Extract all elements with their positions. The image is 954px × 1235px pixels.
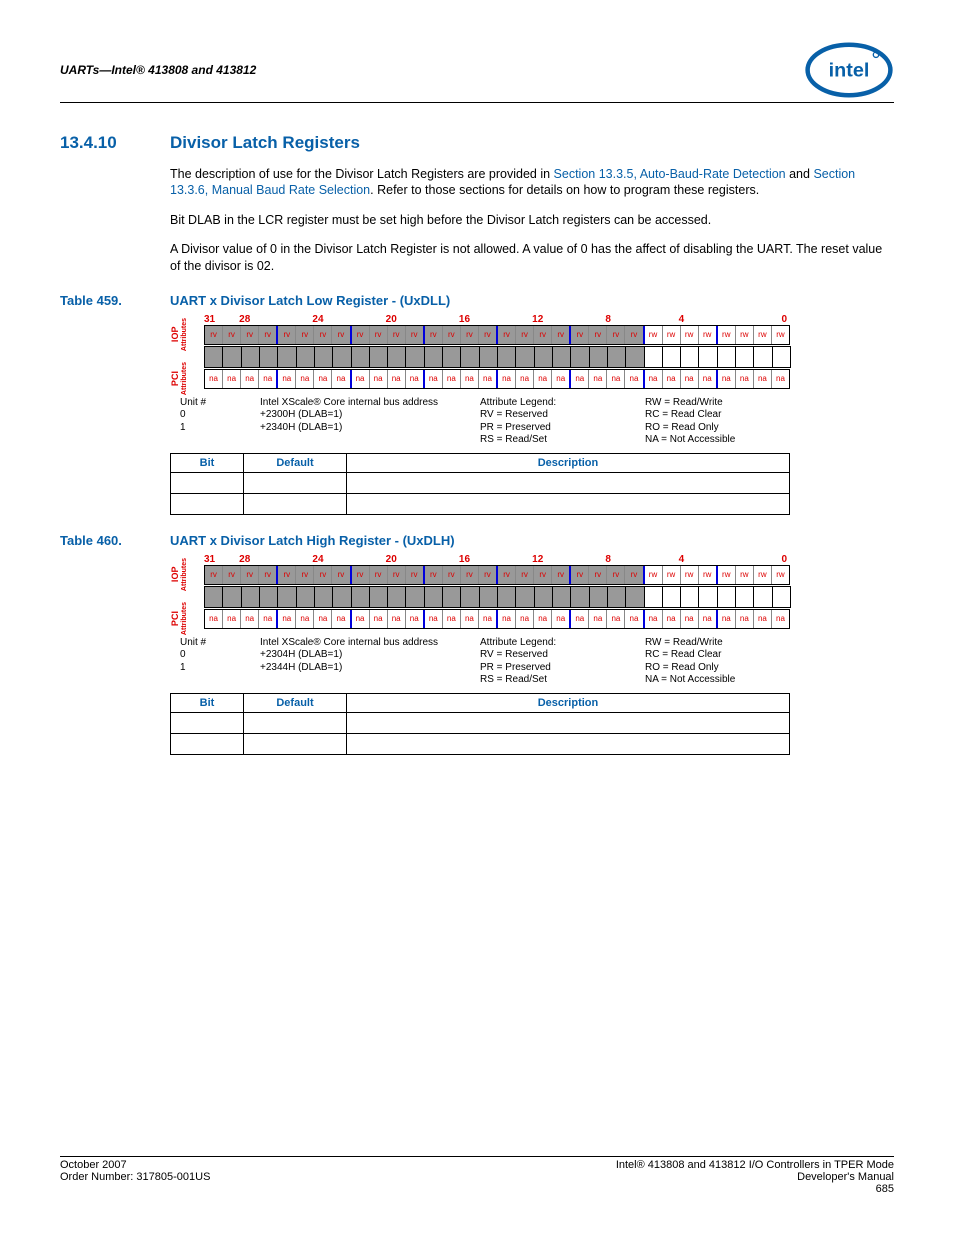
pci-attribute-strip: nananananananananananananananananananana… bbox=[204, 369, 790, 389]
register-info: Unit # 0 1 Intel XScale® Core internal b… bbox=[180, 637, 790, 687]
table-459-caption: Table 459. UART x Divisor Latch Low Regi… bbox=[60, 293, 894, 308]
bit-number-scale: 31 28 24 20 16 12 8 4 0 bbox=[204, 314, 790, 325]
bit-boxes bbox=[204, 586, 790, 608]
register-diagram-460: 31 28 24 20 16 12 8 4 0 IOP Attributes r… bbox=[170, 554, 790, 755]
table-title: UART x Divisor Latch High Register - (Ux… bbox=[170, 533, 455, 548]
iop-attribute-strip: rvrvrvrvrvrvrvrvrvrvrvrvrvrvrvrvrvrvrvrv… bbox=[204, 565, 790, 585]
header-text: UARTs—Intel® 413808 and 413812 bbox=[60, 63, 256, 77]
iop-label: IOP Attributes bbox=[170, 318, 190, 351]
register-diagram-459: 31 28 24 20 16 12 8 4 0 IOP Attributes r… bbox=[170, 314, 790, 515]
xref-13-3-5[interactable]: Section 13.3.5, Auto-Baud-Rate Detection bbox=[554, 167, 786, 181]
pci-attribute-strip: nananananananananananananananananananana… bbox=[204, 609, 790, 629]
rw-col: RW = Read/Write RC = Read Clear RO = Rea… bbox=[645, 397, 790, 447]
pci-label: PCI Attributes bbox=[170, 362, 190, 395]
description-table-460: Bit Default Description bbox=[170, 693, 790, 755]
table-number: Table 459. bbox=[60, 293, 170, 308]
page-header: UARTs—Intel® 413808 and 413812 intel bbox=[60, 40, 894, 103]
iop-attribute-strip: rvrvrvrvrvrvrvrvrvrvrvrvrvrvrvrvrvrvrvrv… bbox=[204, 325, 790, 345]
unit-col: Unit # 0 1 bbox=[180, 397, 240, 447]
table-row bbox=[171, 472, 790, 493]
footer-right: Intel® 413808 and 413812 I/O Controllers… bbox=[616, 1159, 894, 1195]
table-460-caption: Table 460. UART x Divisor Latch High Reg… bbox=[60, 533, 894, 548]
table-row bbox=[171, 493, 790, 514]
addr-col: Intel XScale® Core internal bus address … bbox=[260, 397, 460, 447]
legend-col: Attribute Legend: RV = Reserved PR = Pre… bbox=[480, 397, 625, 447]
section-title: Divisor Latch Registers bbox=[170, 133, 360, 153]
section-number: 13.4.10 bbox=[60, 133, 170, 153]
paragraph-1: The description of use for the Divisor L… bbox=[170, 166, 894, 200]
intel-logo: intel bbox=[804, 40, 894, 100]
th-bit: Bit bbox=[171, 453, 244, 472]
th-default: Default bbox=[244, 453, 347, 472]
table-number: Table 460. bbox=[60, 533, 170, 548]
paragraph-3: A Divisor value of 0 in the Divisor Latc… bbox=[170, 241, 894, 275]
svg-text:intel: intel bbox=[829, 59, 870, 81]
footer-left: October 2007 Order Number: 317805-001US bbox=[60, 1159, 210, 1195]
page-footer: October 2007 Order Number: 317805-001US … bbox=[60, 1156, 894, 1195]
table-row bbox=[171, 733, 790, 754]
description-table-459: Bit Default Description bbox=[170, 453, 790, 515]
bit-number-scale: 31 28 24 20 16 12 8 4 0 bbox=[204, 554, 790, 565]
bit-boxes bbox=[204, 346, 790, 368]
register-info: Unit # 0 1 Intel XScale® Core internal b… bbox=[180, 397, 790, 447]
paragraph-2: Bit DLAB in the LCR register must be set… bbox=[170, 212, 894, 229]
th-description: Description bbox=[347, 453, 790, 472]
table-row bbox=[171, 712, 790, 733]
table-title: UART x Divisor Latch Low Register - (UxD… bbox=[170, 293, 450, 308]
section-heading: 13.4.10 Divisor Latch Registers bbox=[60, 133, 894, 153]
